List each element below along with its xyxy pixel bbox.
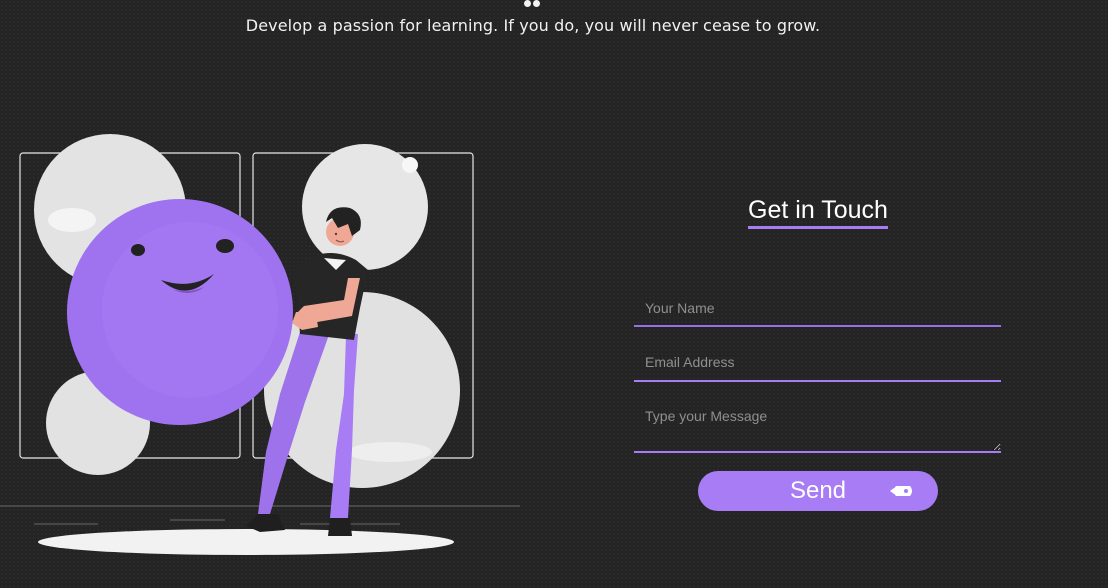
dots-decoration: [524, 0, 544, 8]
rocket-icon: [890, 486, 912, 496]
name-input[interactable]: [634, 290, 1001, 327]
dot-left: [524, 0, 531, 7]
quote-text: Develop a passion for learning. If you d…: [245, 16, 821, 35]
message-input[interactable]: [634, 398, 1001, 453]
contact-form: Get in Touch Send: [620, 190, 1020, 530]
send-button[interactable]: Send: [698, 471, 938, 511]
contact-title-text: Get in Touch: [748, 196, 888, 229]
contact-page: Develop a passion for learning. If you d…: [0, 0, 1108, 588]
contact-title: Get in Touch: [620, 196, 1016, 229]
email-input[interactable]: [634, 344, 1001, 382]
dot-right: [533, 0, 540, 7]
person-with-smiling-ball-illustration: [0, 134, 520, 555]
